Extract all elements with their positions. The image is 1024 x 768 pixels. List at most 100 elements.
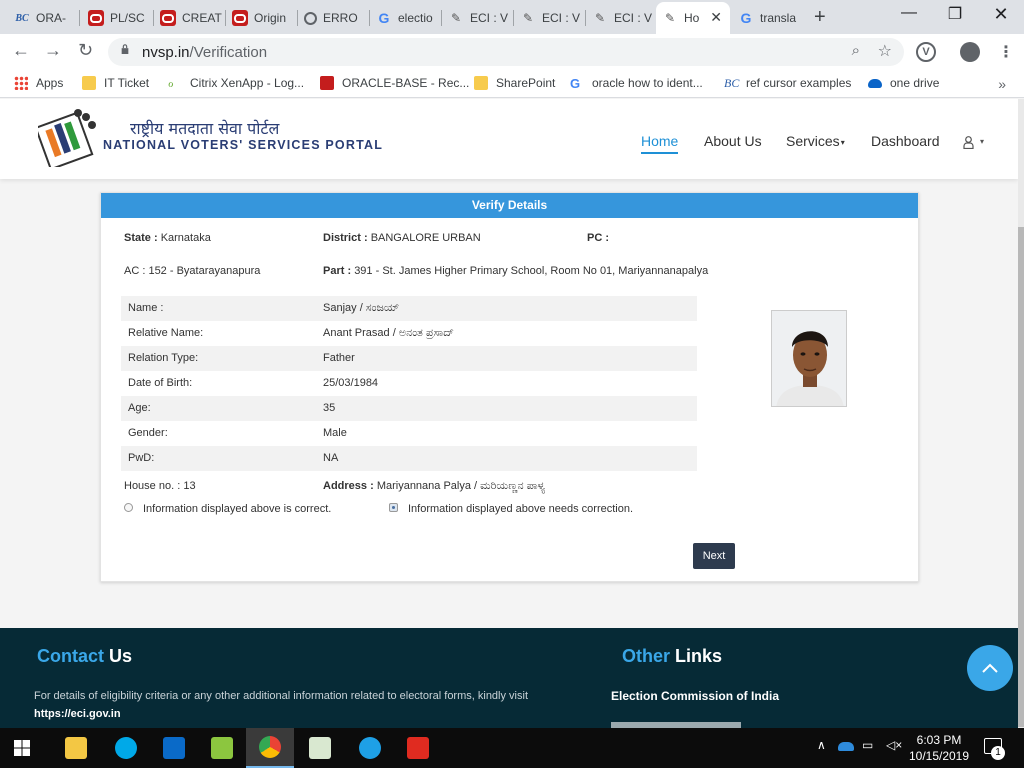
oracle-icon xyxy=(160,10,176,26)
ac-field: AC : 152 - Byatarayanapura xyxy=(124,265,261,277)
browser-tab[interactable]: G transla xyxy=(732,4,804,32)
skype-icon xyxy=(115,737,137,759)
bookmark-item[interactable]: ℴ Citrix XenApp - Log... xyxy=(168,76,304,90)
globe-icon xyxy=(304,11,317,25)
bookmark-item[interactable]: ORACLE-BASE - Rec... xyxy=(320,76,469,90)
taskbar-media-app[interactable] xyxy=(296,728,344,768)
browser-tab[interactable]: CREAT xyxy=(154,4,226,32)
scrollbar-thumb[interactable] xyxy=(1018,227,1024,727)
browser-tab[interactable]: ✎ ECI : V xyxy=(586,4,656,32)
radio-needs-correction[interactable] xyxy=(389,503,398,512)
window-close-icon[interactable]: ✕ xyxy=(978,4,1024,25)
bookmark-item[interactable]: SharePoint xyxy=(474,76,555,90)
part-field: Part : 391 - St. James Higher Primary Sc… xyxy=(323,265,709,277)
chevron-up-icon xyxy=(982,663,998,673)
table-row: Relation Type: Father xyxy=(121,346,697,371)
nav-dashboard[interactable]: Dashboard xyxy=(871,133,940,149)
taskbar-pdf[interactable] xyxy=(394,728,442,768)
footer-link-eci[interactable]: Election Commission of India xyxy=(611,689,779,703)
eci-icon: ✎ xyxy=(522,11,534,25)
browser-tab-active[interactable]: ✎ Ho ✕ xyxy=(656,2,730,34)
nav-services[interactable]: Services▾ xyxy=(786,133,845,149)
browser-tab[interactable]: PL/SC xyxy=(82,4,154,32)
user-caret-down-icon[interactable]: ▾ xyxy=(980,137,984,146)
new-tab-icon[interactable]: + xyxy=(814,6,826,29)
taskbar-outlook[interactable] xyxy=(150,728,198,768)
oracle-icon xyxy=(88,10,104,26)
table-row: Age: 35 xyxy=(121,396,697,421)
browser-tab[interactable]: BC ORA- xyxy=(8,4,80,32)
url-text: nvsp.in/Verification xyxy=(142,44,268,61)
tray-chevron-up-icon[interactable]: ∧ xyxy=(817,738,826,752)
browser-toolbar: ← → ↻ nvsp.in/Verification ⌕ ☆ V ⋮ xyxy=(0,34,1024,70)
restore-icon[interactable]: ❐ xyxy=(932,4,978,24)
browser-tab-strip: BC ORA- PL/SC CREAT Origin ERRO G electi… xyxy=(0,0,1024,34)
radio-correct-label[interactable]: Information displayed above is correct. xyxy=(143,503,331,515)
volume-muted-icon[interactable]: ◁× xyxy=(886,738,902,752)
bookmark-item[interactable]: one drive xyxy=(868,76,939,90)
browser-tab[interactable]: Origin xyxy=(226,4,298,32)
card-heading: Verify Details xyxy=(101,193,918,218)
browser-tab[interactable]: ✎ ECI : V xyxy=(514,4,586,32)
bc-icon: BC xyxy=(15,12,29,24)
bookmark-star-icon[interactable]: ☆ xyxy=(878,41,892,61)
oracle-base-icon xyxy=(320,76,334,90)
bookmark-apps[interactable]: Apps xyxy=(14,76,63,90)
notification-count-badge: 1 xyxy=(991,746,1005,760)
browser-tab[interactable]: ✎ ECI : V xyxy=(442,4,514,32)
reload-icon[interactable]: ↻ xyxy=(78,40,93,61)
windows-taskbar: ∧ ▭ ◁× 6:03 PM 10/15/2019 1 xyxy=(0,728,1024,768)
menu-kebab-icon[interactable]: ⋮ xyxy=(998,42,1014,62)
house-field: House no. : 13 xyxy=(124,480,196,492)
eci-icon: ✎ xyxy=(450,11,462,25)
bookmark-item[interactable]: Goracle how to ident... xyxy=(570,76,703,91)
taskbar-skype[interactable] xyxy=(102,728,150,768)
nav-home[interactable]: Home xyxy=(641,133,679,154)
scroll-to-top-button[interactable] xyxy=(967,645,1013,691)
forward-icon[interactable]: → xyxy=(44,40,62,61)
browser-tab[interactable]: G electio xyxy=(370,4,442,32)
page-scrollbar[interactable] xyxy=(1018,99,1024,728)
oracle-icon xyxy=(232,10,248,26)
bc-icon: BC xyxy=(724,76,740,90)
onedrive-tray-icon[interactable] xyxy=(838,742,854,751)
next-button[interactable]: Next xyxy=(693,543,735,569)
network-icon[interactable]: ▭ xyxy=(862,738,873,752)
taskbar-file-explorer[interactable] xyxy=(52,728,100,768)
taskbar-notepad[interactable] xyxy=(198,728,246,768)
close-tab-icon[interactable]: ✕ xyxy=(710,9,722,26)
nvsp-logo-icon[interactable] xyxy=(38,105,100,167)
browser-tab[interactable]: ERRO xyxy=(298,4,370,32)
taskbar-chrome[interactable] xyxy=(246,728,294,768)
pdf-icon xyxy=(407,737,429,759)
taskbar-internet-explorer[interactable] xyxy=(346,728,394,768)
system-clock[interactable]: 6:03 PM 10/15/2019 xyxy=(908,732,970,764)
profile-avatar-icon[interactable] xyxy=(960,42,980,62)
user-icon[interactable] xyxy=(963,136,974,149)
caret-down-icon: ▾ xyxy=(840,137,845,147)
bookmark-item[interactable]: IT Ticket xyxy=(82,76,149,90)
windows-start-icon[interactable] xyxy=(14,740,30,756)
verify-details-card: Verify Details State : Karnataka Distric… xyxy=(100,192,919,582)
address-bar[interactable]: nvsp.in/Verification ⌕ ☆ xyxy=(108,38,904,66)
google-icon: G xyxy=(570,76,581,91)
table-row: Gender: Male xyxy=(128,427,347,439)
footer-eci-link[interactable]: https://eci.gov.in xyxy=(34,708,121,720)
minimize-icon[interactable]: — xyxy=(886,4,932,22)
table-row: PwD: NA xyxy=(121,446,697,471)
nav-about-us[interactable]: About Us xyxy=(704,133,762,149)
footer-contact-heading: Contact Us xyxy=(37,646,133,666)
apps-grid-icon xyxy=(14,76,28,90)
ie-icon xyxy=(359,737,381,759)
extension-icon[interactable]: V xyxy=(916,42,936,62)
bookmarks-overflow-icon[interactable]: » xyxy=(998,76,1006,92)
onedrive-cloud-icon xyxy=(868,78,882,88)
bookmark-item[interactable]: BC ref cursor examples xyxy=(724,76,851,90)
eci-icon: ✎ xyxy=(664,11,676,25)
radio-needs-correction-label[interactable]: Information displayed above needs correc… xyxy=(408,503,633,515)
zoom-icon[interactable]: ⌕ xyxy=(852,42,860,59)
back-icon[interactable]: ← xyxy=(12,40,30,61)
google-icon: G xyxy=(740,10,752,26)
radio-correct[interactable] xyxy=(124,503,133,512)
eci-icon: ✎ xyxy=(594,11,606,25)
